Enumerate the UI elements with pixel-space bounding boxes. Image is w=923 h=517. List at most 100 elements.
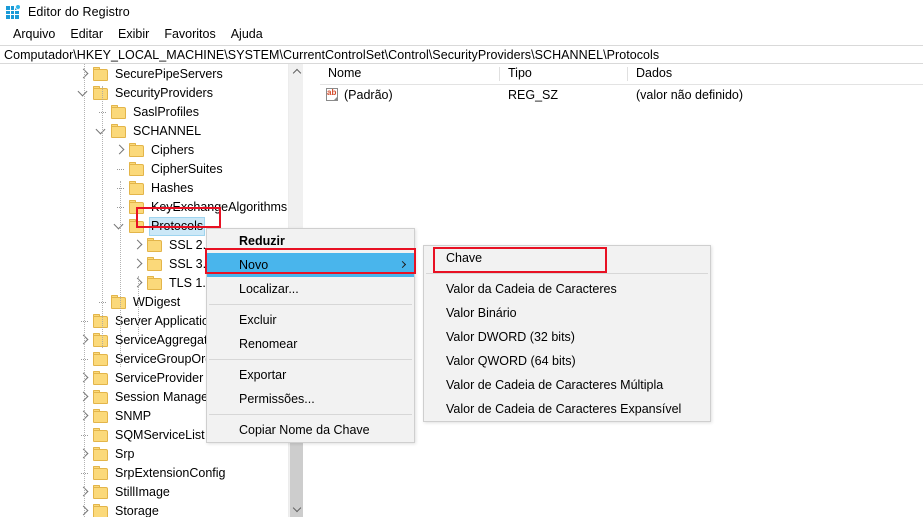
menu-separator: [426, 273, 708, 274]
menu-item-label: Valor de Cadeia de Caracteres Múltipla: [446, 378, 663, 392]
folder-icon: [146, 274, 164, 293]
folder-icon: [128, 198, 146, 217]
tree-item-label: Protocols: [149, 217, 205, 236]
context-menu-item-novo[interactable]: Novo: [207, 253, 414, 277]
tree-item-label: Hashes: [149, 179, 195, 198]
title-bar: Editor do Registro: [0, 0, 923, 24]
folder-icon: [92, 350, 110, 369]
folder-icon: [146, 236, 164, 255]
menu-item-label: Valor da Cadeia de Caracteres: [446, 282, 617, 296]
value-name: (Padrão): [344, 88, 393, 102]
submenu-item-valor-de-cadeia-de-caracteres-m-ltipla[interactable]: Valor de Cadeia de Caracteres Múltipla: [424, 373, 710, 397]
context-menu-item-excluir[interactable]: Excluir: [207, 308, 414, 332]
chevron-right-icon[interactable]: [112, 141, 128, 160]
column-header-tipo[interactable]: Tipo: [500, 64, 628, 84]
menu-item-label: Excluir: [239, 313, 277, 327]
tree-guide-line: [120, 181, 121, 367]
submenu-item-valor-bin-rio[interactable]: Valor Binário: [424, 301, 710, 325]
menu-arquivo[interactable]: Arquivo: [6, 25, 63, 43]
tree-item-label: SaslProfiles: [131, 103, 201, 122]
menu-item-label: Permissões...: [239, 392, 315, 406]
submenu-item-valor-de-cadeia-de-caracteres-expans-vel[interactable]: Valor de Cadeia de Caracteres Expansível: [424, 397, 710, 421]
column-header-dados[interactable]: Dados: [628, 64, 923, 84]
window-title: Editor do Registro: [28, 5, 130, 19]
submenu-item-valor-da-cadeia-de-caracteres[interactable]: Valor da Cadeia de Caracteres: [424, 277, 710, 301]
folder-icon: [92, 407, 110, 426]
column-header-nome[interactable]: Nome: [320, 64, 500, 84]
submenu-item-valor-qword-64-bits[interactable]: Valor QWORD (64 bits): [424, 349, 710, 373]
tree-item-schannel[interactable]: SCHANNEL: [0, 122, 303, 141]
folder-icon: [92, 388, 110, 407]
submenu-item-valor-dword-32-bits[interactable]: Valor DWORD (32 bits): [424, 325, 710, 349]
menu-exibir[interactable]: Exibir: [111, 25, 157, 43]
tree-item-label: Ciphers: [149, 141, 196, 160]
tree-item-label: Srp: [113, 445, 136, 464]
values-list: ab(Padrão)REG_SZ(valor não definido): [320, 85, 923, 104]
context-menu-item-exportar[interactable]: Exportar: [207, 363, 414, 387]
tree-item-label: SCHANNEL: [131, 122, 203, 141]
tree-item-label: Session Manager: [113, 388, 214, 407]
folder-icon: [92, 464, 110, 483]
menu-separator: [209, 414, 412, 415]
list-header: Nome Tipo Dados: [320, 64, 923, 85]
folder-icon: [128, 160, 146, 179]
folder-icon: [92, 483, 110, 502]
tree-item-securepipeservers[interactable]: SecurePipeServers: [0, 65, 303, 84]
table-row[interactable]: ab(Padrão)REG_SZ(valor não definido): [320, 85, 923, 104]
tree-item-ciphers[interactable]: Ciphers: [0, 141, 303, 160]
address-bar[interactable]: Computador\HKEY_LOCAL_MACHINE\SYSTEM\Cur…: [0, 45, 923, 64]
menu-editar[interactable]: Editar: [63, 25, 111, 43]
menu-favoritos[interactable]: Favoritos: [157, 25, 223, 43]
folder-icon: [128, 179, 146, 198]
menu-bar: Arquivo Editar Exibir Favoritos Ajuda: [0, 24, 923, 44]
tree-item-label: StillImage: [113, 483, 172, 502]
menu-item-label: Renomear: [239, 337, 297, 351]
tree-item-hashes[interactable]: Hashes: [0, 179, 303, 198]
tree-item-label: SNMP: [113, 407, 153, 426]
folder-icon: [92, 84, 110, 103]
folder-icon: [110, 103, 128, 122]
menu-separator: [209, 359, 412, 360]
folder-icon: [92, 502, 110, 517]
value-type-cell: REG_SZ: [500, 86, 628, 104]
tree-item-srpextensionconfig[interactable]: SrpExtensionConfig: [0, 464, 303, 483]
new-submenu: Chave Valor da Cadeia de Caracteres Valor …: [423, 245, 711, 422]
context-menu-item-renomear[interactable]: Renomear: [207, 332, 414, 356]
submenu-item-chave[interactable]: Chave: [424, 246, 710, 270]
folder-icon: [92, 445, 110, 464]
tree-item-label: SQMServiceList: [113, 426, 207, 445]
tree-item-ciphersuites[interactable]: CipherSuites: [0, 160, 303, 179]
value-data-cell: (valor não definido): [628, 86, 923, 104]
context-menu-item-permiss-es[interactable]: Permissões...: [207, 387, 414, 411]
tree-item-label: SecurePipeServers: [113, 65, 225, 84]
chevron-right-icon[interactable]: [130, 236, 146, 255]
tree-item-saslprofiles[interactable]: SaslProfiles: [0, 103, 303, 122]
folder-icon: [92, 331, 110, 350]
scroll-down-icon[interactable]: [289, 501, 304, 517]
menu-ajuda[interactable]: Ajuda: [224, 25, 271, 43]
folder-icon: [110, 122, 128, 141]
tree-item-stillimage[interactable]: StillImage: [0, 483, 303, 502]
tree-item-label: SecurityProviders: [113, 84, 215, 103]
context-menu-item-copiar-nome-da-chave[interactable]: Copiar Nome da Chave: [207, 418, 414, 442]
tree-item-storage[interactable]: Storage: [0, 502, 303, 517]
menu-item-label: Valor de Cadeia de Caracteres Expansível: [446, 402, 681, 416]
folder-icon: [128, 217, 146, 236]
folder-icon: [92, 312, 110, 331]
folder-icon: [92, 426, 110, 445]
tree-guide-line: [102, 86, 103, 348]
context-menu-item-localizar[interactable]: Localizar...: [207, 277, 414, 301]
tree-item-srp[interactable]: Srp: [0, 445, 303, 464]
tree-item-label: ServiceProvider: [113, 369, 205, 388]
chevron-right-icon: [399, 261, 406, 268]
folder-icon: [110, 293, 128, 312]
registry-path: Computador\HKEY_LOCAL_MACHINE\SYSTEM\Cur…: [4, 48, 659, 62]
tree-item-securityproviders[interactable]: SecurityProviders: [0, 84, 303, 103]
menu-item-label: Exportar: [239, 368, 286, 382]
tree-item-keyexchangealgorithms[interactable]: KeyExchangeAlgorithms: [0, 198, 303, 217]
chevron-right-icon[interactable]: [130, 255, 146, 274]
registry-editor-window: Editor do Registro Arquivo Editar Exibir…: [0, 0, 923, 517]
context-menu-item-reduzir[interactable]: Reduzir: [207, 229, 414, 253]
tree-guide-line: [84, 64, 85, 517]
scroll-up-icon[interactable]: [289, 64, 304, 80]
